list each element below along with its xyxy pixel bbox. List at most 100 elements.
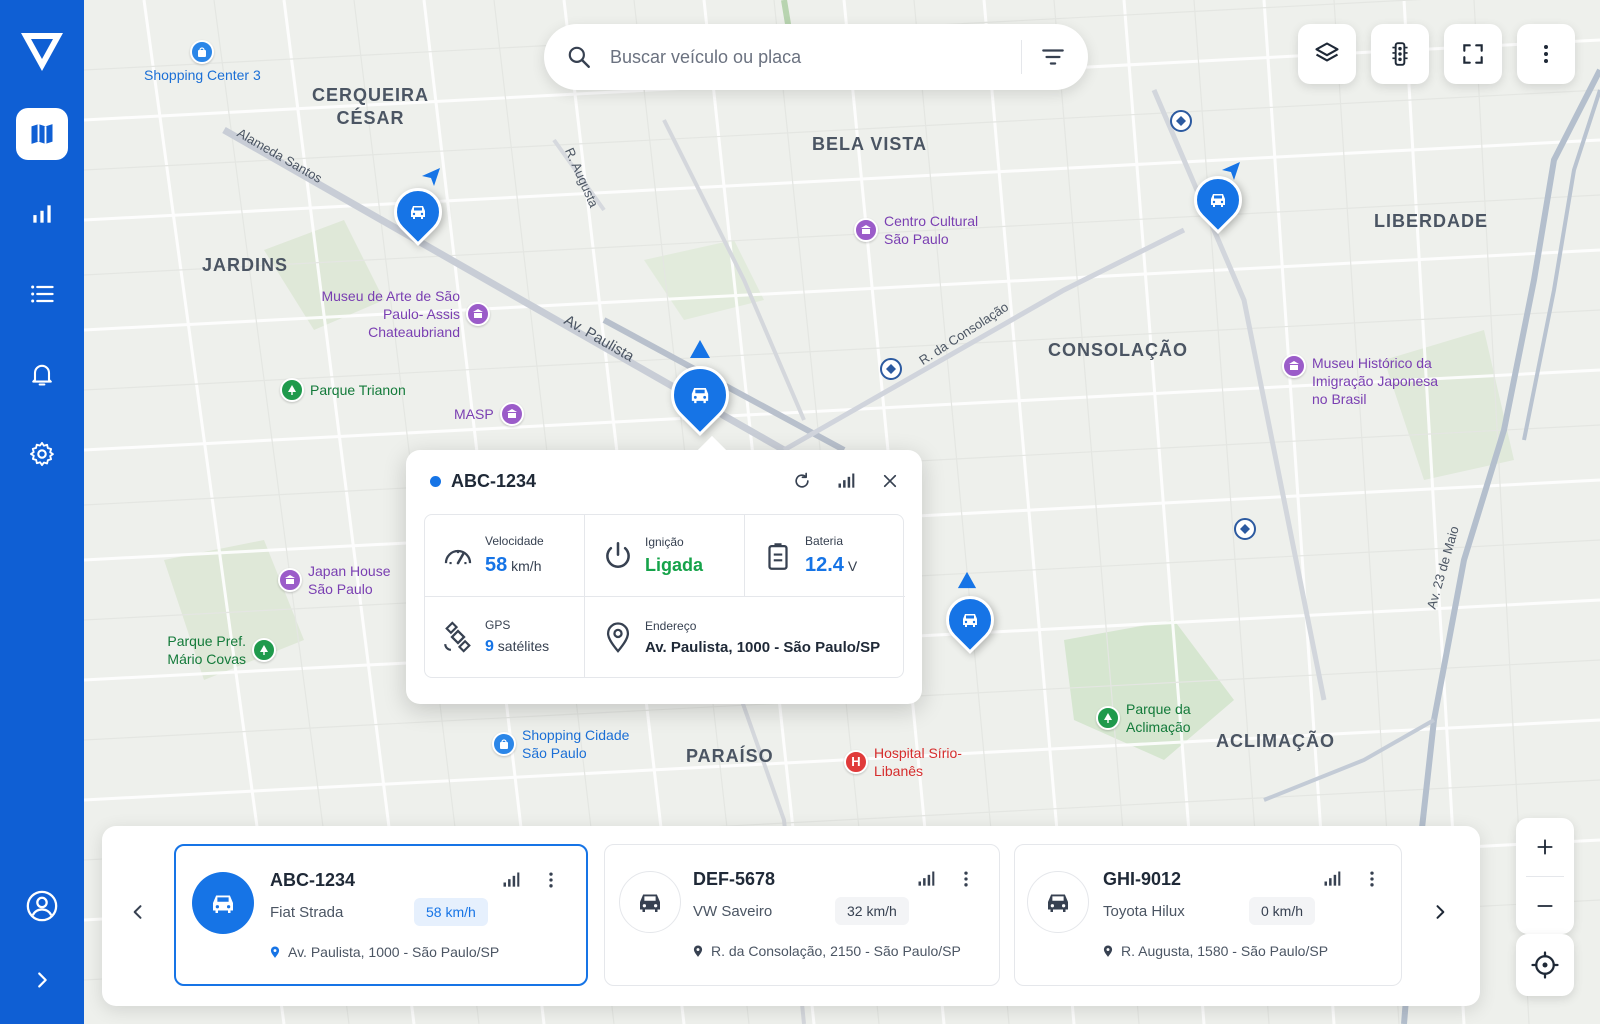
close-popup-button[interactable] bbox=[876, 467, 904, 495]
popup-plate: ABC-1234 bbox=[451, 470, 537, 491]
sidebar-item-alerts[interactable] bbox=[16, 348, 68, 400]
poi-museum[interactable]: Japan House São Paulo bbox=[278, 562, 402, 598]
vehicle-location: R. da Consolação, 2150 - São Paulo/SP bbox=[691, 943, 961, 959]
poi-label: Parque da Aclimação bbox=[1126, 701, 1191, 735]
poi-shopping[interactable]: Shopping Center 3 bbox=[144, 40, 261, 84]
search-divider bbox=[1021, 40, 1022, 74]
refresh-button[interactable] bbox=[788, 467, 816, 495]
car-icon bbox=[691, 388, 709, 404]
vehicle-model: Toyota Hilux bbox=[1103, 903, 1185, 920]
poi-park[interactable]: Parque Pref. Mário Covas bbox=[156, 632, 276, 668]
expand-sidebar-button[interactable] bbox=[16, 954, 68, 1006]
layers-button[interactable] bbox=[1298, 24, 1356, 84]
vehicle-card[interactable]: DEF-5678 VW Saveiro 32 km/h R. da Consol… bbox=[604, 844, 1000, 986]
poi-museum[interactable]: Museu Histórico da Imigração Japonesa no… bbox=[1282, 354, 1448, 408]
bell-icon bbox=[32, 364, 52, 386]
filter-icon[interactable] bbox=[1040, 44, 1066, 70]
vehicle-plate: ABC-1234 bbox=[270, 870, 356, 890]
vehicle-address: R. da Consolação, 2150 - São Paulo/SP bbox=[711, 943, 961, 959]
poi-museum[interactable]: Museu de Arte de São Paulo- Assis Chatea… bbox=[310, 287, 490, 341]
more-vertical-icon bbox=[1370, 871, 1374, 887]
carousel-next-button[interactable] bbox=[1420, 892, 1460, 932]
vehicle-speed-badge: 32 km/h bbox=[835, 897, 909, 925]
district-label: ACLIMAÇÃO bbox=[1216, 731, 1335, 751]
museum-icon bbox=[499, 402, 524, 426]
vehicle-marker[interactable] bbox=[384, 178, 452, 246]
gps-unit: satélites bbox=[497, 638, 550, 654]
poi-label: Museu de Arte de São Paulo- Assis Chatea… bbox=[321, 288, 460, 340]
status-dot bbox=[430, 475, 441, 487]
sidebar-item-reports[interactable] bbox=[16, 188, 68, 240]
poi-museum[interactable]: Centro Cultural São Paulo bbox=[854, 212, 994, 248]
gear-icon bbox=[29, 441, 54, 467]
chevron-left-icon bbox=[133, 905, 142, 919]
car-icon bbox=[411, 206, 425, 219]
poi-park[interactable]: Parque Trianon bbox=[280, 378, 406, 402]
signal-button[interactable] bbox=[832, 467, 860, 495]
museum-icon bbox=[854, 218, 878, 242]
more-vertical-icon bbox=[549, 872, 553, 888]
gps-cell: GPS 9 satélites bbox=[425, 597, 585, 677]
more-options-button[interactable] bbox=[1517, 24, 1575, 84]
vehicle-card[interactable]: GHI-9012 Toyota Hilux 0 km/h R. Augusta,… bbox=[1014, 844, 1402, 986]
search-input[interactable] bbox=[610, 46, 1003, 68]
brand-logo-icon[interactable] bbox=[16, 24, 68, 76]
crosshair-icon bbox=[1531, 951, 1559, 979]
poi-hospital[interactable]: H Hospital Sírio-Libanês bbox=[844, 744, 970, 780]
traffic-button[interactable] bbox=[1371, 24, 1429, 84]
profile-button[interactable] bbox=[16, 880, 68, 932]
poi-museum[interactable]: MASP bbox=[454, 402, 524, 426]
vehicle-more-button[interactable] bbox=[955, 867, 977, 891]
ignition-value: Ligada bbox=[645, 555, 704, 575]
heading-arrow-icon bbox=[690, 340, 710, 358]
shopping-bag-icon bbox=[492, 732, 516, 756]
vehicle-more-button[interactable] bbox=[1361, 867, 1383, 891]
location-pin-icon bbox=[693, 945, 703, 957]
metro-station-icon[interactable] bbox=[880, 358, 902, 380]
poi-label: Hospital Sírio-Libanês bbox=[874, 745, 962, 779]
poi-park[interactable]: Parque da Aclimação bbox=[1096, 700, 1206, 736]
vehicle-address: Av. Paulista, 1000 - São Paulo/SP bbox=[288, 944, 500, 960]
search-icon bbox=[568, 46, 590, 68]
vehicle-more-button[interactable] bbox=[540, 868, 562, 892]
address-cell: Endereço Av. Paulista, 1000 - São Paulo/… bbox=[585, 597, 905, 677]
poi-shopping[interactable]: Shopping Cidade São Paulo bbox=[492, 726, 652, 762]
poi-label: Centro Cultural São Paulo bbox=[884, 213, 979, 247]
vehicle-info-popup: ABC-1234 Velocidade 58 km/h Ignição Liga… bbox=[406, 450, 922, 704]
plus-icon bbox=[1537, 839, 1553, 855]
metro-station-icon[interactable] bbox=[1170, 110, 1192, 132]
satellite-icon bbox=[444, 621, 471, 653]
museum-icon bbox=[1282, 354, 1306, 378]
zoom-out-button[interactable] bbox=[1516, 877, 1574, 935]
car-icon bbox=[1048, 894, 1068, 912]
chevron-right-icon bbox=[1436, 905, 1445, 919]
vehicle-model: Fiat Strada bbox=[270, 904, 344, 921]
vehicle-marker[interactable] bbox=[1184, 166, 1252, 234]
zoom-controls bbox=[1516, 818, 1574, 934]
vehicle-marker-selected[interactable] bbox=[658, 353, 742, 437]
location-pin-icon bbox=[606, 622, 630, 653]
sidebar-item-settings[interactable] bbox=[16, 428, 68, 480]
battery-icon bbox=[768, 542, 788, 570]
search-bar bbox=[544, 24, 1088, 90]
vehicle-card[interactable]: ABC-1234 Fiat Strada 58 km/h Av. Paulist… bbox=[174, 844, 588, 986]
zoom-in-button[interactable] bbox=[1516, 818, 1574, 876]
vehicle-marker[interactable] bbox=[936, 586, 1004, 654]
sidebar-item-list[interactable] bbox=[16, 268, 68, 320]
poi-label: Shopping Cidade São Paulo bbox=[522, 727, 630, 761]
car-icon bbox=[1211, 194, 1225, 207]
list-icon bbox=[31, 285, 54, 303]
district-label: PARAÍSO bbox=[686, 746, 774, 766]
poi-label: Parque Pref. Mário Covas bbox=[167, 633, 246, 667]
metro-station-icon[interactable] bbox=[1234, 518, 1256, 540]
my-location-button[interactable] bbox=[1516, 934, 1574, 996]
map-icon bbox=[31, 124, 53, 144]
car-icon bbox=[213, 895, 233, 913]
district-label: CONSOLAÇÃO bbox=[1048, 340, 1188, 360]
car-icon bbox=[963, 614, 977, 627]
carousel-prev-button[interactable] bbox=[118, 892, 158, 932]
more-vertical-icon bbox=[1544, 45, 1548, 63]
fullscreen-button[interactable] bbox=[1444, 24, 1502, 84]
sidebar-item-map[interactable] bbox=[16, 108, 68, 160]
vehicle-speed-badge: 0 km/h bbox=[1249, 897, 1316, 925]
